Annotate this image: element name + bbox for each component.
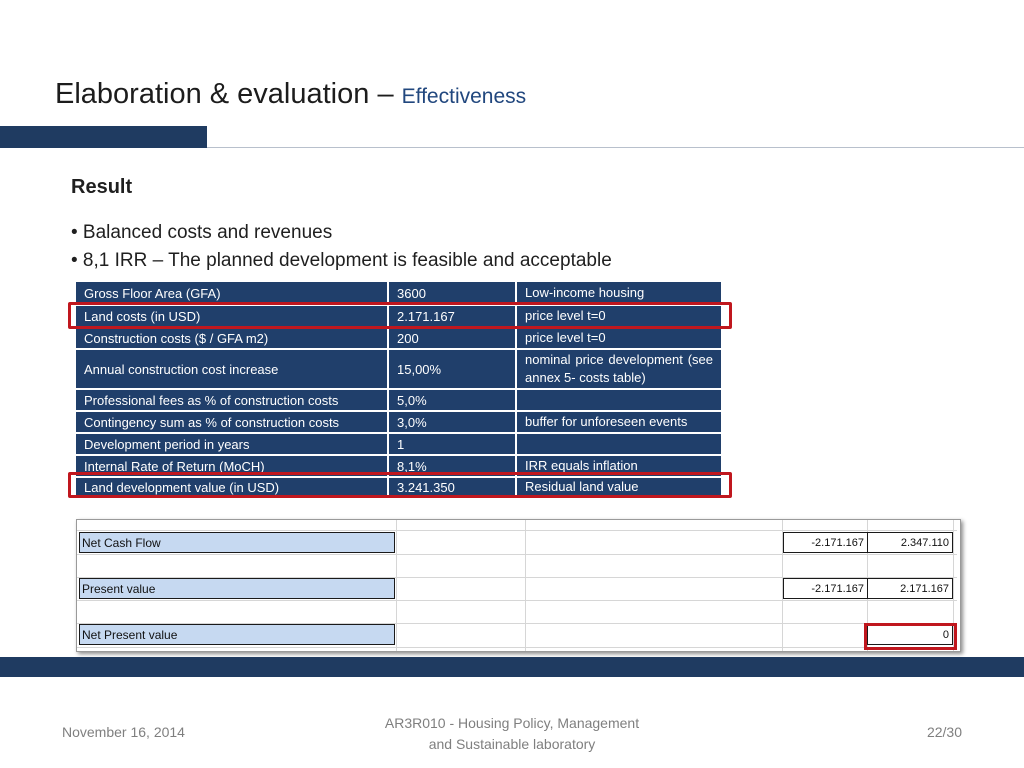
param-value: 15,00%: [389, 350, 515, 388]
present-value-t0: -2.171.167: [783, 578, 868, 599]
footer-course-line: and Sustainable laboratory: [428, 736, 596, 752]
page-number: 22/30: [926, 724, 962, 740]
footer-course: AR3R010 - Housing Policy, Management and…: [362, 713, 662, 755]
cash-flow-value-t0: -2.171.167: [783, 532, 868, 553]
param-label: Gross Floor Area (GFA): [76, 282, 387, 304]
table-row: Contingency sum as % of construction cos…: [76, 412, 721, 432]
npv-highlight: [864, 623, 957, 650]
footer-date: November 16, 2014: [62, 724, 185, 740]
footer-band: [0, 657, 1024, 677]
param-label: Development period in years: [76, 434, 387, 454]
grid-line: [77, 647, 957, 648]
present-value-t1: 2.171.167: [867, 578, 953, 599]
param-note: nominal price development (see annex 5- …: [517, 350, 721, 388]
land-costs-highlight: [68, 302, 732, 329]
result-heading: Result: [71, 176, 133, 198]
param-note: [517, 390, 721, 410]
param-note: buffer for unforeseen events: [517, 412, 721, 432]
title-rule: [207, 147, 1024, 148]
grid-line: [77, 530, 957, 531]
param-value: 5,0%: [389, 390, 515, 410]
param-note: Low-income housing: [517, 282, 721, 304]
param-label: Contingency sum as % of construction cos…: [76, 412, 387, 432]
title-subtitle: Effectiveness: [401, 85, 527, 108]
footer-course-line: AR3R010 - Housing Policy, Management: [384, 715, 640, 731]
bullet-item: • Balanced costs and revenues: [71, 222, 333, 243]
slide-title: Elaboration & evaluation – Effectiveness: [55, 78, 526, 111]
bullet-item: • 8,1 IRR – The planned development is f…: [71, 250, 612, 271]
param-value: 3,0%: [389, 412, 515, 432]
present-value-label: Present value: [79, 578, 395, 599]
bullet-list: • Balanced costs and revenues • 8,1 IRR …: [71, 219, 612, 275]
land-value-highlight: [68, 472, 732, 498]
grid-line: [77, 600, 957, 601]
cash-flow-label: Net Cash Flow: [79, 532, 395, 553]
grid-line: [77, 554, 957, 555]
param-value: 1: [389, 434, 515, 454]
table-row: Annual construction cost increase 15,00%…: [76, 350, 721, 388]
table-row: Gross Floor Area (GFA) 3600 Low-income h…: [76, 282, 721, 304]
param-label: Professional fees as % of construction c…: [76, 390, 387, 410]
param-value: 200: [389, 328, 515, 348]
param-label: Construction costs ($ / GFA m2): [76, 328, 387, 348]
param-value: 3600: [389, 282, 515, 304]
table-row: Development period in years 1: [76, 434, 721, 454]
title-main: Elaboration & evaluation –: [55, 78, 394, 110]
param-note: price level t=0: [517, 328, 721, 348]
grid-line: [525, 520, 526, 651]
npv-label: Net Present value: [79, 624, 395, 645]
cash-flow-value-t1: 2.347.110: [867, 532, 953, 553]
grid-line: [396, 520, 397, 651]
title-accent-bar: [0, 126, 207, 148]
param-note: [517, 434, 721, 454]
table-row: Construction costs ($ / GFA m2) 200 pric…: [76, 328, 721, 348]
param-label: Annual construction cost increase: [76, 350, 387, 388]
cash-flow-table: Net Cash Flow -2.171.167 2.347.110 Prese…: [76, 519, 961, 652]
table-row: Professional fees as % of construction c…: [76, 390, 721, 410]
